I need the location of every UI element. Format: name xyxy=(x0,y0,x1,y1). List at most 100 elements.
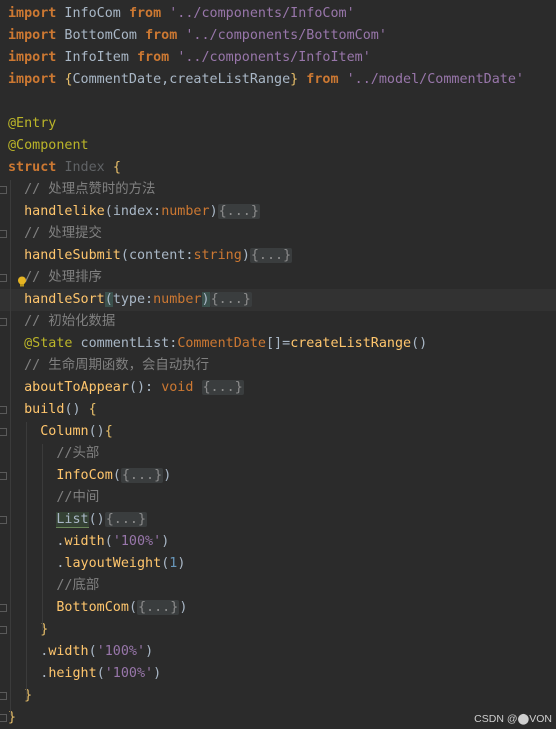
code-token: ( xyxy=(128,600,137,615)
folded-region[interactable]: {...} xyxy=(217,204,260,219)
code-text: List(){...} xyxy=(8,509,148,531)
code-line[interactable]: .width('100%') xyxy=(0,641,556,663)
code-line[interactable]: struct Index { xyxy=(0,157,556,179)
code-line[interactable]: BottomCom({...}) xyxy=(0,597,556,619)
code-token: // 处理排序 xyxy=(24,270,102,285)
code-text: handleSubmit(content:string){...} xyxy=(8,245,293,267)
code-text: @State commentList:CommentDate[]=createL… xyxy=(8,333,427,355)
code-text: //底部 xyxy=(8,575,99,597)
fold-marker-icon[interactable] xyxy=(0,230,7,238)
code-token: struct xyxy=(8,160,57,175)
code-line[interactable]: build() { xyxy=(0,399,556,421)
code-line[interactable]: aboutToAppear(): void {...} xyxy=(0,377,556,399)
code-token: @State xyxy=(24,336,73,351)
code-line[interactable] xyxy=(0,91,556,113)
code-line[interactable]: // 生命周期函数，会自动执行 xyxy=(0,355,556,377)
folded-region[interactable]: {...} xyxy=(104,512,148,527)
indent-guide xyxy=(42,444,43,630)
code-token: { xyxy=(112,160,121,175)
fold-marker-icon[interactable] xyxy=(0,406,7,414)
code-token: BottomCom xyxy=(56,28,146,43)
code-line[interactable]: import InfoItem from '../components/Info… xyxy=(0,47,556,69)
code-line[interactable]: } xyxy=(0,685,556,707)
code-line[interactable]: handlelike(index:number){...} xyxy=(0,201,556,223)
code-line[interactable]: @Component xyxy=(0,135,556,157)
code-token: //中间 xyxy=(56,490,100,505)
code-line[interactable]: // 初始化数据 xyxy=(0,311,556,333)
fold-marker-icon[interactable] xyxy=(0,428,7,436)
code-token: () xyxy=(411,336,428,351)
fold-marker-icon[interactable] xyxy=(0,626,7,634)
fold-marker-icon[interactable] xyxy=(0,516,7,524)
fold-marker-icon[interactable] xyxy=(0,604,7,612)
fold-marker-icon[interactable] xyxy=(0,472,7,480)
code-text: import BottomCom from '../components/Bot… xyxy=(8,25,387,47)
lightbulb-icon[interactable] xyxy=(17,276,27,288)
code-line[interactable]: // 处理提交 xyxy=(0,223,556,245)
code-line[interactable]: Column(){ xyxy=(0,421,556,443)
code-line[interactable]: //底部 xyxy=(0,575,556,597)
code-token: import xyxy=(8,72,57,87)
code-line[interactable]: handleSort(type:number){...} xyxy=(0,289,556,311)
code-text: struct Index { xyxy=(8,157,121,179)
code-token: content: xyxy=(128,248,194,263)
fold-marker-icon[interactable] xyxy=(0,186,7,194)
code-token: // 处理提交 xyxy=(24,226,102,241)
code-line[interactable]: } xyxy=(0,707,556,729)
fold-marker-icon[interactable] xyxy=(0,318,7,326)
code-token: ( xyxy=(104,534,113,549)
code-text: handleSort(type:number){...} xyxy=(8,289,252,311)
code-token: InfoCom xyxy=(56,6,129,21)
code-line[interactable]: @Entry xyxy=(0,113,556,135)
folded-region[interactable]: {...} xyxy=(249,248,293,263)
code-token: handleSort xyxy=(24,292,105,307)
code-line[interactable]: } xyxy=(0,619,556,641)
code-token: ) xyxy=(241,248,250,263)
code-line[interactable]: // 处理点赞时的方法 xyxy=(0,179,556,201)
code-line[interactable]: .height('100%') xyxy=(0,663,556,685)
code-token: // 初始化数据 xyxy=(24,314,116,329)
code-token: ) xyxy=(145,644,154,659)
code-token: build xyxy=(24,402,65,417)
code-line[interactable]: import BottomCom from '../components/Bot… xyxy=(0,25,556,47)
code-line[interactable]: // 处理排序 xyxy=(0,267,556,289)
code-token: width xyxy=(48,644,89,659)
fold-marker-icon[interactable] xyxy=(0,714,7,722)
code-line[interactable]: import InfoCom from '../components/InfoC… xyxy=(0,3,556,25)
code-text: // 处理提交 xyxy=(8,223,102,245)
code-editor[interactable]: import InfoCom from '../components/InfoC… xyxy=(0,0,556,729)
fold-marker-icon[interactable] xyxy=(0,692,7,700)
code-line[interactable]: .layoutWeight(1) xyxy=(0,553,556,575)
code-line[interactable]: //中间 xyxy=(0,487,556,509)
code-line[interactable]: List(){...} xyxy=(0,509,556,531)
code-token: from xyxy=(306,72,339,87)
code-line[interactable]: InfoCom({...}) xyxy=(0,465,556,487)
code-token: number xyxy=(153,292,202,307)
code-text: aboutToAppear(): void {...} xyxy=(8,377,244,399)
code-token: () xyxy=(88,512,105,527)
fold-marker-icon[interactable] xyxy=(0,274,7,282)
code-token: number xyxy=(161,204,210,219)
code-line[interactable]: .width('100%') xyxy=(0,531,556,553)
code-token: { xyxy=(104,424,113,439)
code-token: ) xyxy=(153,666,162,681)
code-token: ( xyxy=(88,644,97,659)
code-token: import xyxy=(8,50,57,65)
indent-guide xyxy=(26,422,27,700)
code-token: '../model/CommentDate' xyxy=(346,72,524,87)
folded-region[interactable]: {...} xyxy=(209,292,252,307)
code-line[interactable]: //头部 xyxy=(0,443,556,465)
folded-region[interactable]: {...} xyxy=(137,600,180,615)
folded-region[interactable]: {...} xyxy=(120,468,164,483)
code-line[interactable]: import {CommentDate,createListRange} fro… xyxy=(0,69,556,91)
code-line[interactable]: handleSubmit(content:string){...} xyxy=(0,245,556,267)
folded-region[interactable]: {...} xyxy=(201,380,244,395)
code-token: CommentDate xyxy=(177,336,266,351)
indent-guide xyxy=(10,180,11,715)
code-line[interactable]: @State commentList:CommentDate[]=createL… xyxy=(0,333,556,355)
code-token: // 生命周期函数，会自动执行 xyxy=(24,358,209,373)
